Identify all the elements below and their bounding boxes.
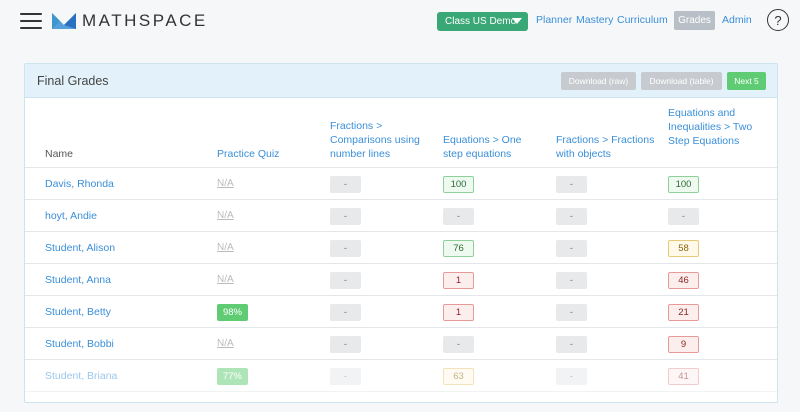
student-name-link[interactable]: Student, Alison xyxy=(45,242,115,254)
practice-quiz-grade[interactable]: N/A xyxy=(217,178,234,189)
one-step-equations-grade[interactable]: 76 xyxy=(443,240,474,257)
fractions-comparisons-grade[interactable]: - xyxy=(330,208,361,225)
card-header: Final Grades Download (raw) Download (ta… xyxy=(25,64,777,98)
two-step-equations-grade[interactable]: - xyxy=(668,208,699,225)
practice-quiz-grade[interactable]: N/A xyxy=(217,274,234,285)
final-grades-card: Final Grades Download (raw) Download (ta… xyxy=(24,63,778,403)
one-step-equations-grade[interactable]: 63 xyxy=(443,368,474,385)
two-step-equations-grade[interactable]: 9 xyxy=(668,336,699,353)
one-step-equations-grade[interactable]: - xyxy=(443,208,474,225)
class-selector-dropdown[interactable]: Class US Demo xyxy=(437,12,528,31)
practice-quiz-grade[interactable]: N/A xyxy=(217,242,234,253)
class-selector-label: Class US Demo xyxy=(445,16,517,27)
nav-mastery[interactable]: Mastery xyxy=(576,14,613,26)
two-step-equations-grade[interactable]: 46 xyxy=(668,272,699,289)
table-row: Student, Betty 98% - 1 - 21 xyxy=(25,296,777,328)
next-5-button[interactable]: Next 5 xyxy=(727,72,766,90)
table-row: Student, Anna N/A - 1 - 46 xyxy=(25,264,777,296)
table-row: Student, Briana 77% - 63 - 41 xyxy=(25,360,777,392)
fractions-comparisons-grade[interactable]: - xyxy=(330,304,361,321)
fractions-objects-grade[interactable]: - xyxy=(556,208,587,225)
column-header-equations-one-step[interactable]: Equations > One step equations xyxy=(443,133,543,161)
column-header-fractions-comparisons[interactable]: Fractions > Comparisons using number lin… xyxy=(330,119,440,161)
one-step-equations-grade[interactable]: 1 xyxy=(443,304,474,321)
fractions-comparisons-grade[interactable]: - xyxy=(330,272,361,289)
column-header-two-step-equations[interactable]: Equations and Inequalities > Two Step Eq… xyxy=(668,106,760,148)
nav-planner[interactable]: Planner xyxy=(536,14,572,26)
fractions-comparisons-grade[interactable]: - xyxy=(330,176,361,193)
column-header-name: Name xyxy=(45,148,74,160)
student-name-link[interactable]: Student, Betty xyxy=(45,306,111,318)
practice-quiz-grade[interactable]: N/A xyxy=(217,210,234,221)
fractions-objects-grade[interactable]: - xyxy=(556,272,587,289)
practice-quiz-grade[interactable]: N/A xyxy=(217,338,234,349)
fractions-comparisons-grade[interactable]: - xyxy=(330,336,361,353)
one-step-equations-grade[interactable]: 1 xyxy=(443,272,474,289)
student-name-link[interactable]: Student, Anna xyxy=(45,274,111,286)
column-header-fractions-objects[interactable]: Fractions > Fractions with objects xyxy=(556,133,664,161)
two-step-equations-grade[interactable]: 21 xyxy=(668,304,699,321)
fractions-objects-grade[interactable]: - xyxy=(556,304,587,321)
mathspace-logo-icon xyxy=(52,13,76,29)
nav-grades[interactable]: Grades xyxy=(674,11,715,30)
download-raw-button[interactable]: Download (raw) xyxy=(561,72,636,90)
dropdown-caret-icon xyxy=(512,18,522,24)
fractions-objects-grade[interactable]: - xyxy=(556,368,587,385)
brand-name: MATHSPACE xyxy=(82,11,208,30)
table-row: Student, Alison N/A - 76 - 58 xyxy=(25,232,777,264)
student-name-link[interactable]: Davis, Rhonda xyxy=(45,178,114,190)
two-step-equations-grade[interactable]: 100 xyxy=(668,176,699,193)
fractions-comparisons-grade[interactable]: - xyxy=(330,368,361,385)
top-navigation-bar: MATHSPACE Class US Demo Planner Mastery … xyxy=(0,0,800,46)
card-title: Final Grades xyxy=(37,74,109,88)
practice-quiz-grade[interactable]: 98% xyxy=(217,304,248,321)
student-name-link[interactable]: Student, Briana xyxy=(45,370,117,382)
download-table-button[interactable]: Download (table) xyxy=(641,72,722,90)
nav-admin[interactable]: Admin xyxy=(722,14,752,26)
fractions-objects-grade[interactable]: - xyxy=(556,240,587,257)
practice-quiz-grade[interactable]: 77% xyxy=(217,368,248,385)
nav-curriculum[interactable]: Curriculum xyxy=(617,14,668,26)
brand-logo[interactable]: MATHSPACE xyxy=(52,11,208,31)
fractions-objects-grade[interactable]: - xyxy=(556,176,587,193)
help-icon[interactable]: ? xyxy=(767,9,789,31)
table-row: hoyt, Andie N/A - - - - xyxy=(25,200,777,232)
fractions-objects-grade[interactable]: - xyxy=(556,336,587,353)
table-row: Student, Bobbi N/A - - - 9 xyxy=(25,328,777,360)
column-header-practice-quiz[interactable]: Practice Quiz xyxy=(217,147,317,161)
fractions-comparisons-grade[interactable]: - xyxy=(330,240,361,257)
student-name-link[interactable]: hoyt, Andie xyxy=(45,210,97,222)
table-row: Davis, Rhonda N/A - 100 - 100 xyxy=(25,168,777,200)
student-name-link[interactable]: Student, Bobbi xyxy=(45,338,114,350)
hamburger-menu-icon[interactable] xyxy=(20,13,42,31)
one-step-equations-grade[interactable]: - xyxy=(443,336,474,353)
two-step-equations-grade[interactable]: 41 xyxy=(668,368,699,385)
two-step-equations-grade[interactable]: 58 xyxy=(668,240,699,257)
one-step-equations-grade[interactable]: 100 xyxy=(443,176,474,193)
